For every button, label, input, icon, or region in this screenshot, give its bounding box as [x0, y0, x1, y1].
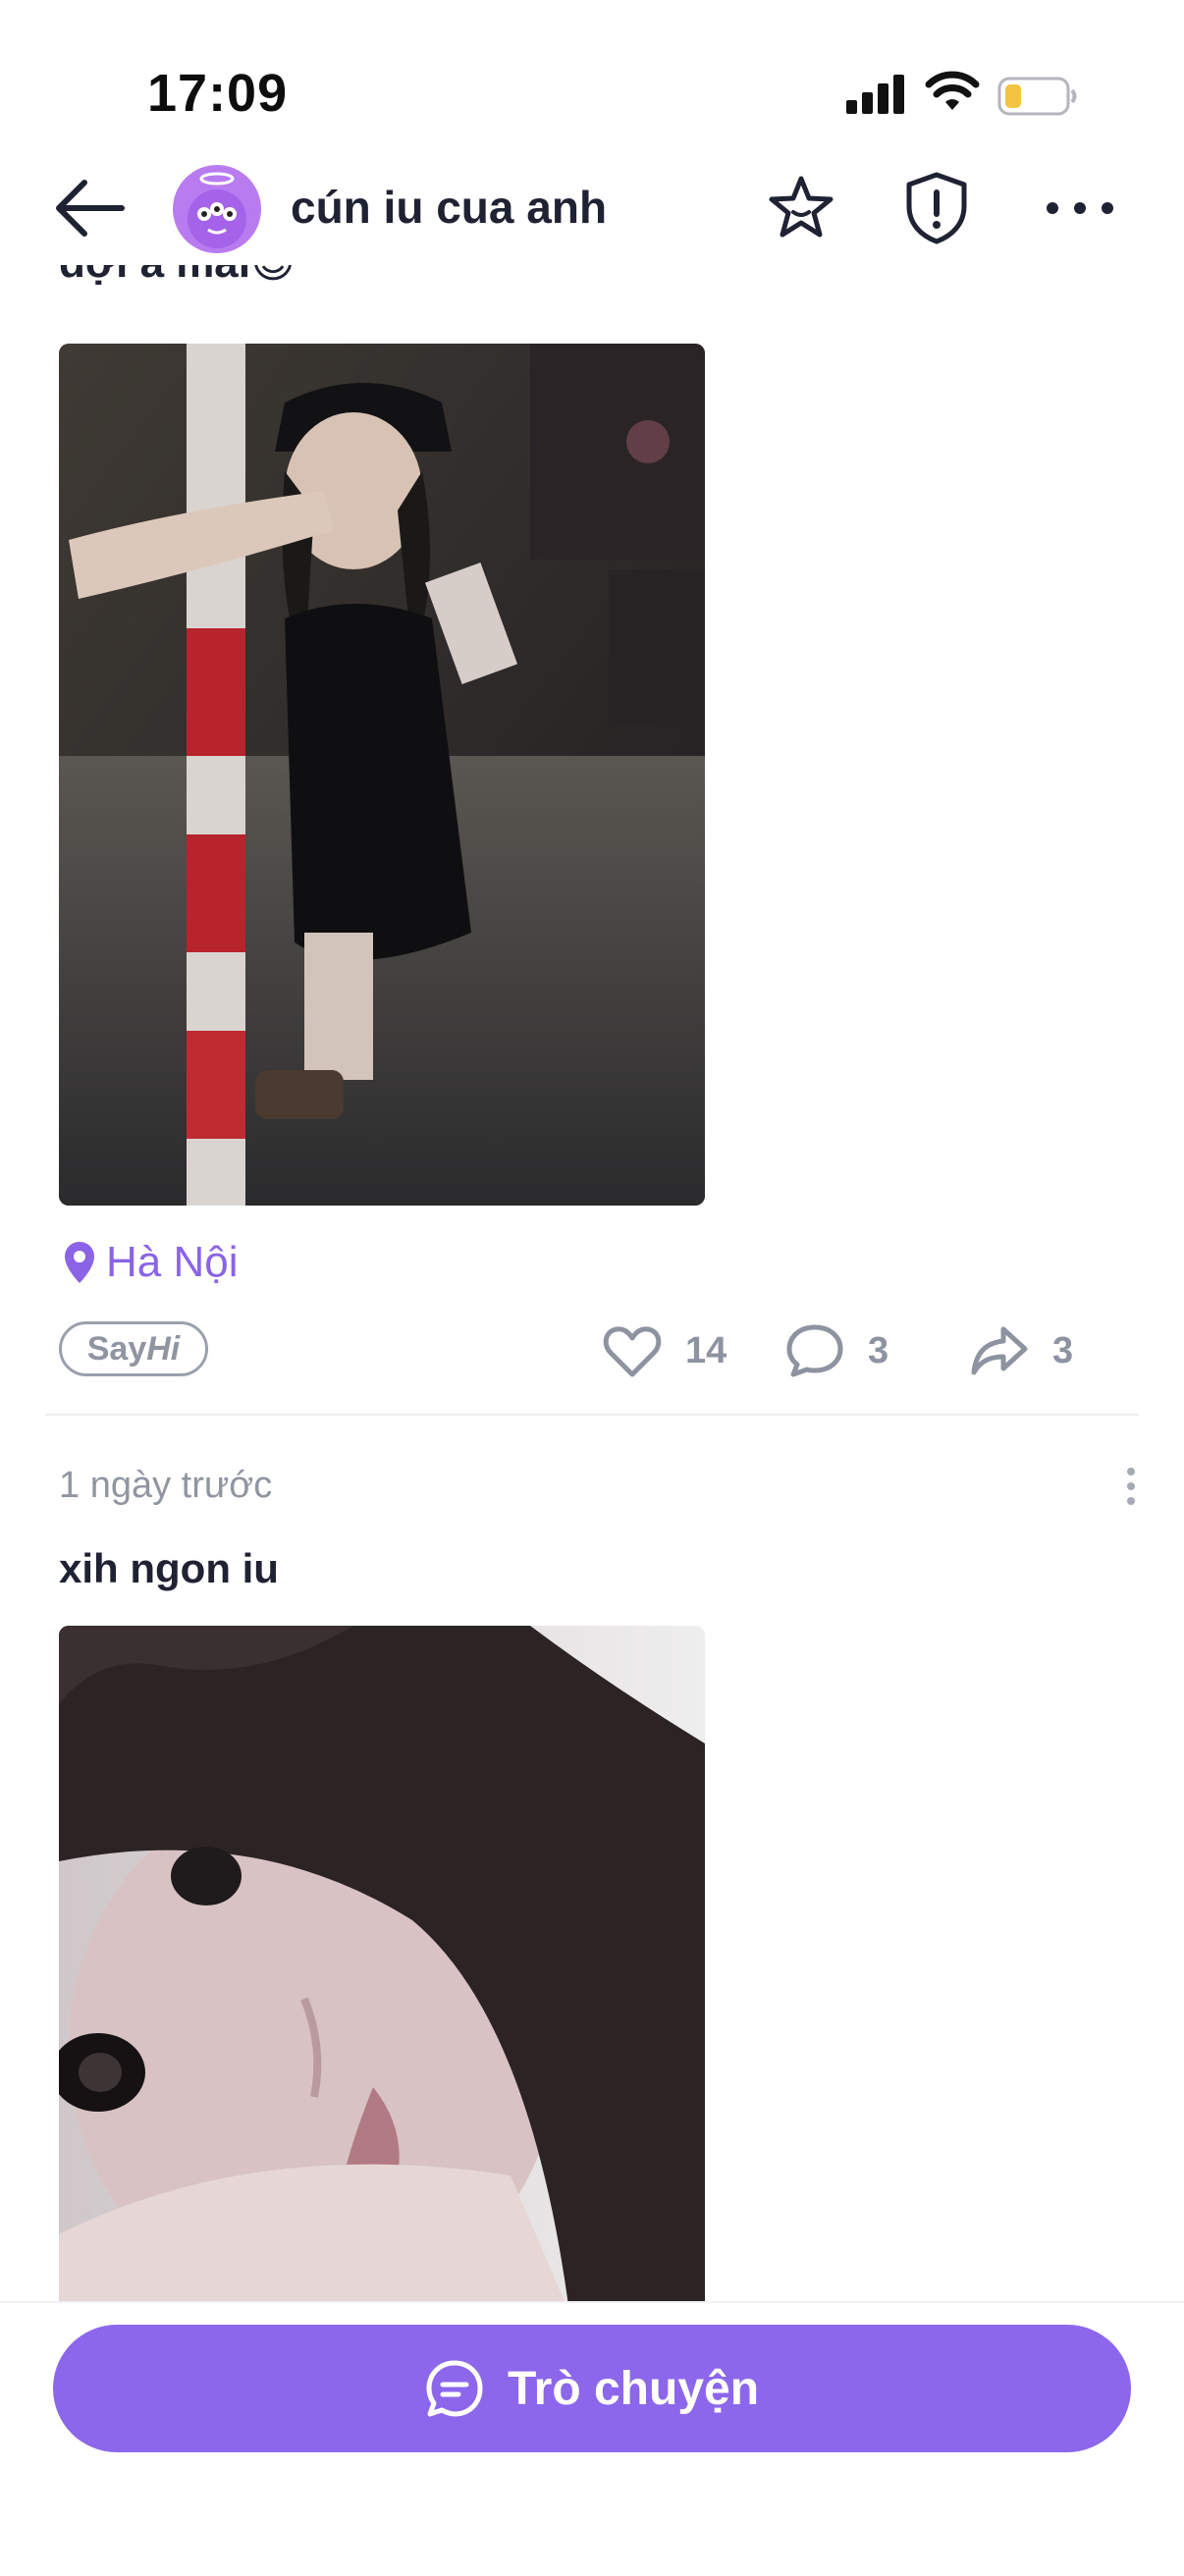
post-more-icon[interactable]: [1125, 1467, 1137, 1506]
more-icon[interactable]: [1041, 190, 1119, 226]
like-count: 14: [685, 1329, 727, 1371]
chat-bubble-icon: [426, 2360, 483, 2417]
post-photo[interactable]: [59, 344, 705, 1206]
back-arrow-icon[interactable]: [51, 173, 134, 243]
heart-icon: [603, 1326, 662, 1377]
comment-count: 3: [868, 1329, 889, 1371]
comment-bubble-icon: [786, 1324, 843, 1377]
chat-button-label: Trò chuyện: [507, 2362, 760, 2415]
comment-button[interactable]: 3: [785, 1321, 888, 1380]
sayhi-hi-label: Hi: [146, 1329, 181, 1368]
location-label: Hà Nội: [106, 1238, 239, 1286]
star-icon[interactable]: [766, 173, 836, 243]
header-title[interactable]: cún iu cua anh: [291, 181, 607, 234]
share-button[interactable]: 3: [970, 1321, 1073, 1380]
post-caption: xih ngon iu: [59, 1545, 279, 1591]
sayhi-say-label: Say: [86, 1329, 147, 1368]
post-caption: đợi a mãi😊: [59, 265, 296, 288]
share-count: 3: [1052, 1329, 1074, 1371]
post-divider: [45, 1414, 1139, 1416]
clipped-caption-wrap: đợi a mãi😊: [0, 265, 1184, 314]
share-arrow-icon: [971, 1326, 1028, 1375]
status-time: 17:09: [147, 64, 289, 123]
post-location[interactable]: Hà Nội: [63, 1235, 239, 1290]
night-street-photo: [59, 344, 705, 1206]
chat-button[interactable]: Trò chuyện: [53, 2325, 1131, 2452]
cellular-signal-icon: [846, 75, 904, 114]
post-timestamp: 1 ngày trước: [59, 1465, 273, 1506]
selfie-close-up-photo: [59, 1626, 705, 2313]
shield-alert-icon[interactable]: [901, 171, 972, 245]
post-photo[interactable]: [59, 1626, 705, 2313]
like-button[interactable]: 14: [603, 1321, 727, 1380]
wifi-icon: [925, 71, 980, 110]
battery-low-icon: [997, 77, 1077, 116]
sayhi-button[interactable]: Say Hi: [59, 1321, 208, 1376]
avatar[interactable]: [173, 165, 261, 253]
monster-avatar-icon: [188, 172, 246, 248]
location-pin-icon: [65, 1242, 94, 1283]
